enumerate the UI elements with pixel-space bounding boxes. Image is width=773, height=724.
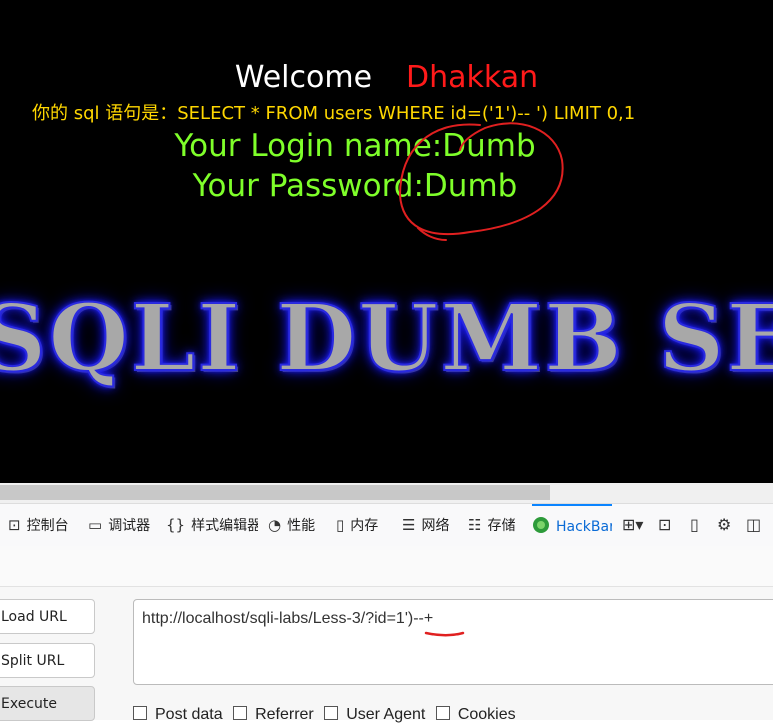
split-url-button[interactable]: Split URL: [0, 643, 95, 678]
login-name: Your Login name:Dumb: [174, 128, 536, 164]
storage-icon: ☷: [468, 516, 482, 534]
tab-label: 样式编辑器: [191, 518, 258, 534]
tab-network[interactable]: ☰ 网络: [402, 504, 458, 546]
memory-icon: ▯: [336, 516, 345, 534]
scrollbar-thumb[interactable]: [0, 485, 550, 500]
url-input[interactable]: http://localhost/sqli-labs/Less-3/?id=1'…: [133, 599, 773, 685]
tab-label: HackBar: [556, 519, 612, 535]
banner-logo: SQLI DUMB SERIES: [0, 283, 773, 393]
horizontal-scrollbar[interactable]: [0, 483, 773, 503]
hackbar-menubar: [0, 546, 773, 587]
tab-console[interactable]: ⊡ 控制台: [8, 504, 74, 546]
welcome-line: Welcome Dhakkan: [0, 60, 773, 95]
layout-icon[interactable]: ⊞▾: [622, 515, 643, 534]
debugger-icon: ▭: [88, 516, 103, 534]
tab-label: 性能: [287, 518, 316, 534]
responsive-icon[interactable]: ▯: [690, 515, 699, 534]
post-data-checkbox[interactable]: Post data: [133, 706, 223, 723]
referrer-checkbox[interactable]: Referrer: [233, 706, 314, 723]
user-name: Dhakkan: [406, 60, 539, 95]
performance-icon: ◔: [268, 516, 282, 534]
welcome-label: Welcome: [234, 60, 373, 95]
split-url-label: Split URL: [1, 652, 65, 669]
console-split-icon[interactable]: ⊡: [658, 515, 671, 534]
url-value: http://localhost/sqli-labs/Less-3/?id=1'…: [142, 610, 434, 627]
devtools-toolbar: ⊡ 控制台 ▭ 调试器 {} 样式编辑器 ◔ 性能 ▯ 内存 ☰ 网络 ☷ 存储 HackBa…: [0, 503, 773, 547]
tab-style-editor[interactable]: {} 样式编辑器: [166, 504, 258, 546]
console-icon: ⊡: [8, 516, 21, 534]
network-icon: ☰: [402, 516, 416, 534]
tab-label: 存储: [487, 518, 516, 534]
sql-statement: 你的 sql 语句是：SELECT * FROM users WHERE id=…: [32, 103, 636, 124]
tab-label: 网络: [421, 518, 450, 534]
gear-icon[interactable]: ⚙: [717, 515, 731, 534]
password-text: Your Password:Dumb: [192, 168, 518, 204]
execute-label: Execute: [1, 695, 57, 712]
user-agent-checkbox[interactable]: User Agent: [324, 706, 425, 723]
tab-hackbar[interactable]: HackBar: [532, 504, 612, 548]
tab-label: 调试器: [108, 518, 151, 534]
tab-memory[interactable]: ▯ 内存: [336, 504, 390, 546]
options-row: Post data Referrer User Agent Cookies: [133, 706, 522, 724]
load-url-button[interactable]: Load URL: [0, 599, 95, 634]
sqli-page: Welcome Dhakkan 你的 sql 语句是：SELECT * FROM …: [0, 0, 773, 483]
tab-storage[interactable]: ☷ 存储: [468, 504, 522, 546]
tab-label: 内存: [350, 518, 379, 534]
tab-performance[interactable]: ◔ 性能: [268, 504, 323, 546]
cookies-checkbox[interactable]: Cookies: [435, 706, 516, 723]
tab-debugger[interactable]: ▭ 调试器: [88, 504, 154, 546]
load-url-label: Load URL: [1, 608, 67, 625]
tab-label: 控制台: [26, 518, 69, 534]
dock-icon[interactable]: ◫: [746, 515, 761, 534]
style-editor-icon: {}: [166, 516, 186, 534]
execute-button[interactable]: Execute: [0, 686, 95, 721]
hackbar-icon: [532, 516, 550, 538]
